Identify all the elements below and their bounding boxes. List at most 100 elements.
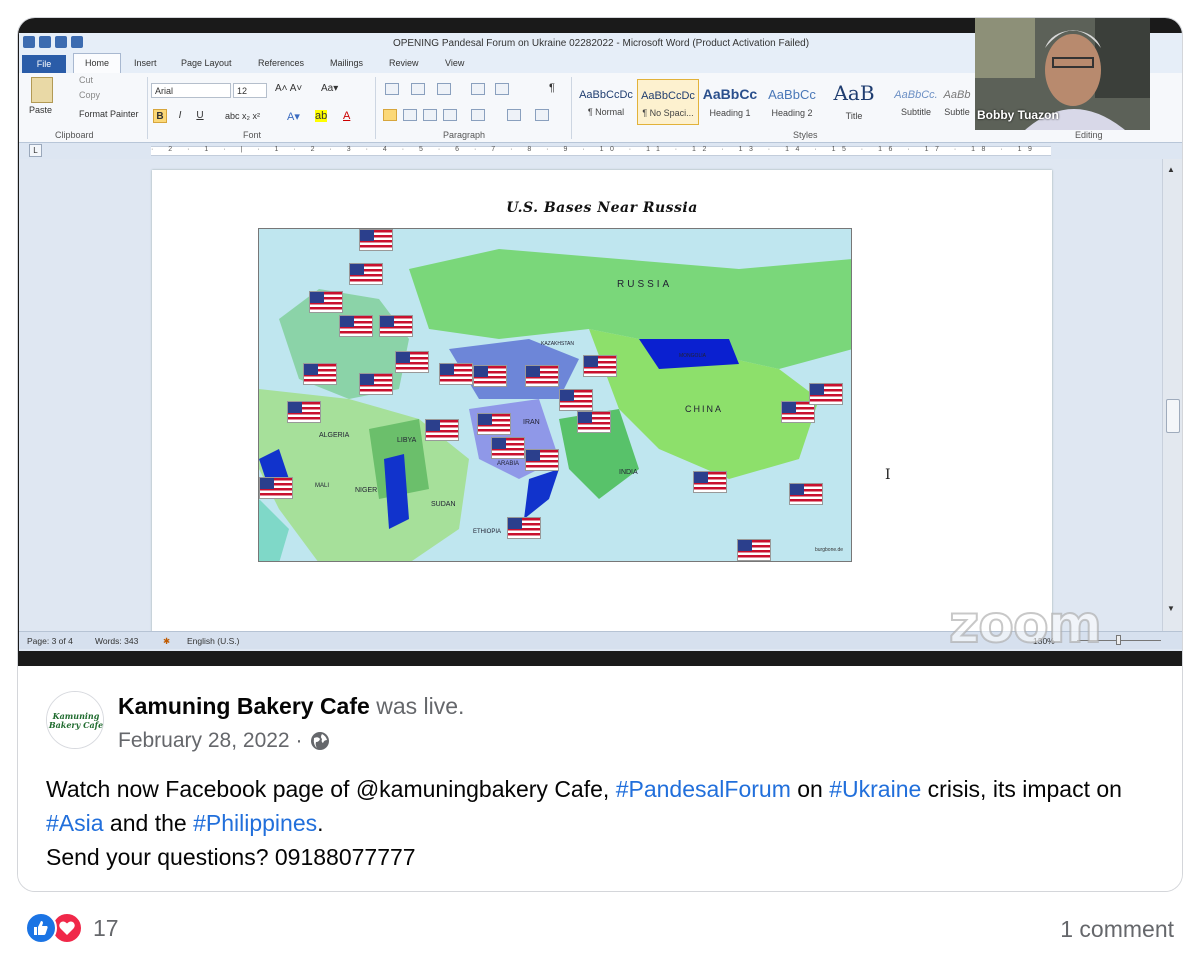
style-no-spacing[interactable]: AaBbCcDc ¶ No Spaci... bbox=[637, 79, 699, 125]
decrease-indent-icon[interactable] bbox=[471, 83, 485, 95]
style-name: Subtitle bbox=[900, 107, 932, 117]
flag-canton bbox=[526, 450, 540, 461]
label-mongolia: MONGOLIA bbox=[679, 353, 706, 359]
italic-button[interactable]: I bbox=[173, 109, 187, 123]
text-effects-icon[interactable]: A▾ bbox=[287, 110, 300, 123]
bullets-icon[interactable] bbox=[385, 83, 399, 95]
tab-view[interactable]: View bbox=[445, 58, 464, 68]
us-flag-icon bbox=[693, 471, 727, 493]
multilevel-list-icon[interactable] bbox=[437, 83, 451, 95]
tab-mailings[interactable]: Mailings bbox=[330, 58, 363, 68]
tab-home[interactable]: Home bbox=[73, 53, 121, 73]
post-text-questions: Send your questions? 09188077777 bbox=[46, 844, 416, 870]
style-title[interactable]: AaB Title bbox=[823, 79, 885, 125]
word-count[interactable]: Words: 343 bbox=[95, 636, 138, 646]
style-normal[interactable]: AaBbCcDc ¶ Normal bbox=[575, 79, 637, 125]
align-left-icon[interactable] bbox=[383, 109, 397, 121]
scroll-up-icon[interactable]: ▲ bbox=[1167, 165, 1175, 174]
flag-canton bbox=[360, 374, 374, 385]
label-arabia: ARABIA bbox=[497, 461, 520, 467]
flag-canton bbox=[578, 412, 592, 423]
us-flag-icon bbox=[477, 413, 511, 435]
tab-references[interactable]: References bbox=[258, 58, 304, 68]
page-avatar[interactable]: Kamuning Bakery Cafe bbox=[46, 691, 104, 749]
align-right-icon[interactable] bbox=[423, 109, 437, 121]
change-case-icon[interactable]: Aa▾ bbox=[321, 83, 338, 94]
underline-button[interactable]: U bbox=[193, 109, 207, 123]
hashtag-asia[interactable]: #Asia bbox=[46, 810, 104, 836]
us-flag-icon bbox=[359, 373, 393, 395]
reaction-summary[interactable]: 17 bbox=[25, 912, 119, 944]
tab-file[interactable]: File bbox=[22, 55, 66, 73]
hashtag-philippines[interactable]: #Philippines bbox=[193, 810, 317, 836]
page-name-line: Kamuning Bakery Cafe was live. bbox=[118, 693, 464, 720]
tab-insert[interactable]: Insert bbox=[134, 58, 157, 68]
cut-button[interactable]: Cut bbox=[79, 75, 93, 85]
scroll-down-icon[interactable]: ▼ bbox=[1167, 604, 1175, 613]
flag-canton bbox=[810, 384, 824, 395]
flag-canton bbox=[694, 472, 708, 483]
grow-font-icon[interactable]: A˄ A˅ bbox=[275, 83, 302, 94]
globe-icon bbox=[310, 731, 330, 751]
hashtag-ukraine[interactable]: #Ukraine bbox=[829, 776, 921, 802]
font-group-label: Font bbox=[243, 130, 262, 140]
document-page[interactable]: U.S. Bases Near Russia RUSSIA CHINA INDI… bbox=[152, 170, 1052, 640]
live-video[interactable]: OPENING Pandesal Forum on Ukraine 022820… bbox=[18, 18, 1182, 666]
style-heading-2[interactable]: AaBbCc Heading 2 bbox=[761, 79, 823, 125]
language[interactable]: English (U.S.) bbox=[187, 636, 239, 646]
tab-review[interactable]: Review bbox=[389, 58, 419, 68]
style-name: Heading 1 bbox=[709, 108, 751, 118]
align-center-icon[interactable] bbox=[403, 109, 417, 121]
us-flag-icon bbox=[809, 383, 843, 405]
scroll-thumb[interactable] bbox=[1166, 399, 1180, 433]
paste-button[interactable]: Paste bbox=[29, 105, 52, 115]
tab-selector-button[interactable]: L bbox=[29, 144, 42, 157]
show-marks-icon[interactable]: ¶ bbox=[549, 82, 555, 94]
style-preview: AaBb bbox=[943, 89, 971, 101]
style-subtitle[interactable]: AaBbCc. Subtitle bbox=[885, 79, 947, 125]
vertical-scrollbar[interactable]: ▲ ▼ bbox=[1162, 159, 1182, 631]
tab-page-layout[interactable]: Page Layout bbox=[181, 58, 232, 68]
flag-canton bbox=[350, 264, 364, 275]
ruler-numbers: · 2 · 1 · | · 1 · 2 · 3 · 4 · 5 · 6 · 7 … bbox=[151, 146, 1039, 153]
ruler-area: L · 2 · 1 · | · 1 · 2 · 3 · 4 · 5 · 6 · … bbox=[19, 143, 1182, 159]
label-ethiopia: ETHIOPIA bbox=[473, 529, 502, 535]
line-spacing-icon[interactable] bbox=[471, 109, 485, 121]
page-count[interactable]: Page: 3 of 4 bbox=[27, 636, 73, 646]
style-heading-1[interactable]: AaBbCc Heading 1 bbox=[699, 79, 761, 125]
shading-icon[interactable] bbox=[507, 109, 521, 121]
font-name-select[interactable]: Arial bbox=[151, 83, 231, 98]
proofing-icon[interactable]: ✱ bbox=[163, 636, 170, 647]
label-sudan: SUDAN bbox=[431, 501, 456, 508]
highlight-icon[interactable]: ab bbox=[315, 110, 328, 122]
copy-button[interactable]: Copy bbox=[79, 90, 100, 100]
paste-icon[interactable] bbox=[31, 77, 53, 103]
us-flag-icon bbox=[439, 363, 473, 385]
flag-canton bbox=[304, 364, 318, 375]
hashtag-pandesalforum[interactable]: #PandesalForum bbox=[616, 776, 791, 802]
bold-button[interactable]: B bbox=[153, 109, 167, 123]
style-preview: AaBbCcDc bbox=[641, 90, 695, 102]
font-size-select[interactable]: 12 bbox=[233, 83, 267, 98]
comment-count-link[interactable]: 1 comment bbox=[1060, 916, 1174, 943]
label-mali: MALI bbox=[315, 483, 330, 489]
borders-icon[interactable] bbox=[535, 109, 549, 121]
style-subtle[interactable]: AaBb Subtle bbox=[939, 79, 975, 125]
text-cursor-icon: I bbox=[885, 467, 891, 483]
sort-icon[interactable] bbox=[495, 83, 509, 95]
label-kazakhstan: KAZAKHSTAN bbox=[541, 341, 574, 347]
justify-icon[interactable] bbox=[443, 109, 457, 121]
flag-canton bbox=[508, 518, 522, 529]
map-credit: burgbone.de bbox=[815, 547, 844, 553]
style-preview: AaBbCc bbox=[702, 86, 758, 102]
us-flag-icon bbox=[559, 389, 593, 411]
zoom-slider-knob[interactable] bbox=[1116, 635, 1121, 645]
strike-subscript-icons[interactable]: abc x₂ x² bbox=[225, 111, 260, 121]
format-painter-button[interactable]: Format Painter bbox=[79, 109, 139, 119]
flag-canton bbox=[560, 390, 574, 401]
horizontal-ruler[interactable]: · 2 · 1 · | · 1 · 2 · 3 · 4 · 5 · 6 · 7 … bbox=[151, 146, 1051, 156]
page-name-link[interactable]: Kamuning Bakery Cafe bbox=[118, 693, 370, 719]
post-date[interactable]: February 28, 2022 · bbox=[118, 729, 302, 753]
font-color-icon[interactable]: A bbox=[343, 110, 350, 122]
numbering-icon[interactable] bbox=[411, 83, 425, 95]
